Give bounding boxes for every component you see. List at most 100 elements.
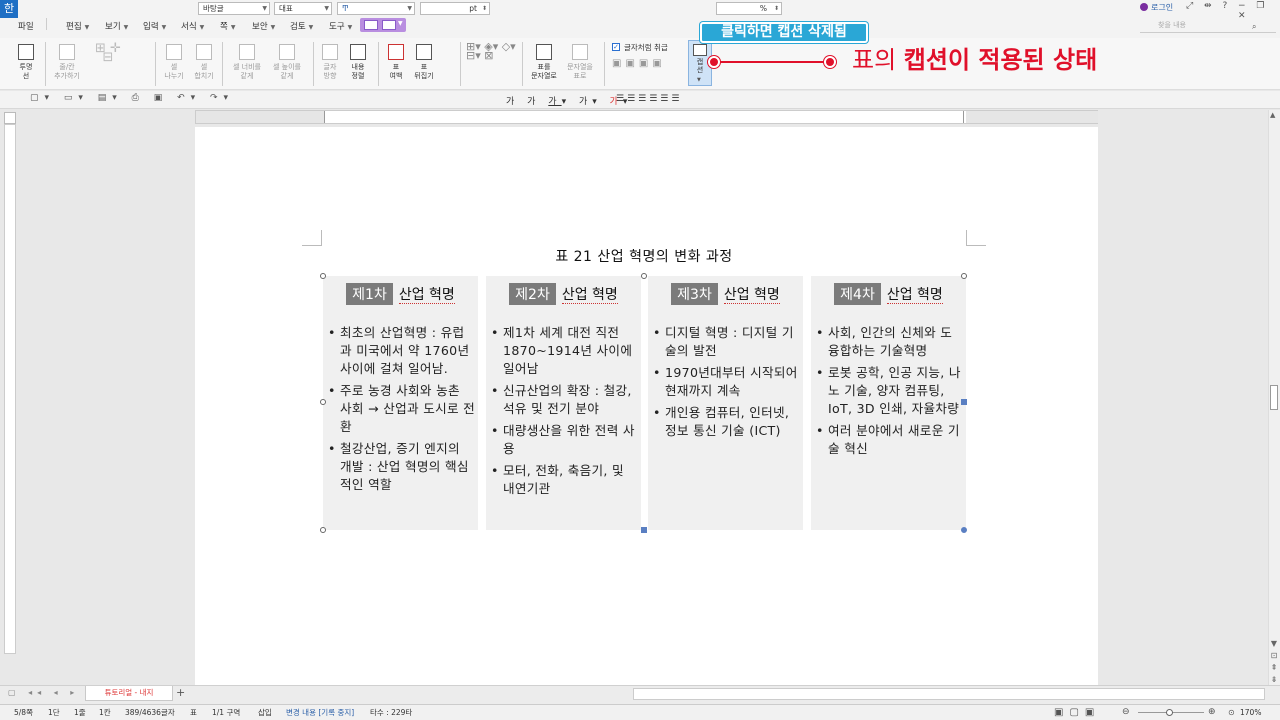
chevron-down-icon: ▼ bbox=[84, 24, 90, 31]
menu-insert[interactable]: 입력 ▼ bbox=[143, 20, 166, 32]
context-tab-table[interactable]: ▼ bbox=[360, 18, 406, 32]
list-item: 로봇 공학, 인공 지능, 나노 기술, 양자 컴퓨팅, IoT, 3D 인쇄,… bbox=[816, 364, 964, 418]
header-badge: 제3차 bbox=[671, 283, 718, 305]
paragraph-align-tools[interactable]: ☰☰☰☰☰☰ bbox=[616, 94, 682, 104]
char-format-tools[interactable]: 가 가 가▾ 가▾ 가▾ bbox=[506, 94, 632, 107]
table-layout-icon bbox=[382, 20, 396, 30]
app-icon[interactable]: 한 bbox=[0, 0, 18, 18]
horizontal-ruler[interactable] bbox=[195, 110, 1098, 124]
ruler-corner[interactable] bbox=[4, 112, 16, 124]
spinner-icon[interactable]: ⬍ bbox=[482, 3, 487, 14]
table-column[interactable]: 제3차 산업 혁명 디지털 혁명 : 디지털 기술의 발전 1970년대부터 시작… bbox=[648, 276, 803, 530]
resize-handle[interactable] bbox=[641, 273, 647, 279]
spinner-icon[interactable]: ⬍ bbox=[774, 3, 779, 14]
cell-merge-label: 셀 합치기 bbox=[194, 63, 214, 80]
char-direction-button[interactable]: 글자 방향 bbox=[318, 44, 342, 81]
width-equal-button[interactable]: 셀 너비를 같게 bbox=[228, 44, 266, 81]
menu-security[interactable]: 보안 ▼ bbox=[252, 20, 275, 32]
menu-format[interactable]: 서식 ▼ bbox=[181, 20, 204, 32]
status-mode[interactable]: 삽입 bbox=[258, 705, 272, 720]
resize-handle[interactable] bbox=[320, 527, 326, 533]
table-column[interactable]: 제4차 산업 혁명 사회, 인간의 신체와 도 융합하는 기술혁명 로봇 공학, … bbox=[811, 276, 966, 530]
menu-format-label: 서식 bbox=[181, 22, 197, 32]
table-margin-button[interactable]: 표 여백 bbox=[384, 44, 408, 81]
view-mode-tools[interactable]: ▣▢▣ bbox=[1054, 705, 1100, 720]
file-quick-tools[interactable]: ▢▾ ▭▾ ▤▾ ⎙ ▣ ↶▾ ↷▾ bbox=[30, 93, 234, 103]
table-to-text-button[interactable]: 표를 문자열로 bbox=[528, 44, 560, 81]
resize-handle[interactable] bbox=[320, 273, 326, 279]
style-value: 바탕글 bbox=[203, 4, 224, 13]
zoom-reset-icon[interactable]: ⊙ bbox=[1228, 705, 1235, 720]
insert-row-icon bbox=[59, 44, 75, 60]
window-controls[interactable]: − ❐ ✕ bbox=[1238, 1, 1280, 21]
vertical-ruler[interactable] bbox=[4, 124, 16, 654]
help-icon[interactable]: ? bbox=[1222, 1, 1231, 11]
rowcol-add-button[interactable]: 줄/칸 추가하기 bbox=[50, 44, 84, 81]
scrollbar-thumb[interactable] bbox=[1270, 385, 1278, 410]
page-nav-tools[interactable]: ▼ ⊡ ⇞ ⇟ bbox=[1269, 638, 1279, 686]
zoom-unit: % bbox=[759, 4, 767, 13]
search-icon[interactable]: ⌕ bbox=[1252, 22, 1256, 32]
login-link[interactable]: 로그인 bbox=[1151, 2, 1173, 13]
position-tools[interactable]: ▣▣▣▣ bbox=[612, 58, 666, 69]
table-column[interactable]: 제1차 산업 혁명 최초의 산업혁명 : 유럽과 미국에서 약 1760년사이에 … bbox=[323, 276, 478, 530]
callout-start-dot bbox=[708, 56, 720, 68]
menu-file[interactable]: 파일 bbox=[18, 20, 34, 32]
list-item: 대량생산을 위한 전력 사용 bbox=[491, 422, 639, 458]
list-item: 사회, 인간의 신체와 도 융합하는 기술혁명 bbox=[816, 324, 964, 360]
menu-security-label: 보안 bbox=[252, 22, 268, 32]
zoom-out-icon[interactable]: ⊖ bbox=[1122, 705, 1130, 720]
scroll-up-icon[interactable]: ▲ bbox=[1270, 111, 1275, 119]
treat-as-char-checkbox[interactable]: ✓ bbox=[612, 43, 620, 51]
tab-document[interactable]: 튜토리얼 - 내지 bbox=[85, 686, 173, 701]
resize-handle[interactable] bbox=[320, 399, 326, 405]
add-tab-button[interactable]: + bbox=[176, 686, 185, 699]
table-caption[interactable]: 표 21 산업 혁명의 변화 과정 bbox=[323, 246, 965, 266]
style-select[interactable]: 바탕글 ▼ bbox=[198, 2, 270, 15]
header-title: 산업 혁명 bbox=[398, 287, 455, 304]
horizontal-scrollbar[interactable] bbox=[633, 688, 1265, 700]
status-track-changes[interactable]: 변경 내용 [기록 중지] bbox=[286, 705, 354, 720]
rowcol-tools[interactable]: ⊞ ✛ ⊟ bbox=[88, 42, 128, 64]
ribbon-separator bbox=[313, 42, 314, 86]
menu-view[interactable]: 보기 ▼ bbox=[105, 20, 128, 32]
resize-handle[interactable] bbox=[961, 273, 967, 279]
list-item: 1970년대부터 시작되어 현재까지 계속 bbox=[653, 364, 801, 400]
status-page[interactable]: 5/8쪽 bbox=[14, 705, 33, 720]
chevron-down-icon: ▼ bbox=[697, 77, 701, 83]
zoom-slider-thumb[interactable] bbox=[1166, 709, 1173, 716]
border-fill-tools[interactable]: ⊞▾ ◈▾ ◇▾ ⊟▾ ⊠ bbox=[466, 41, 516, 61]
chevron-down-icon: ▼ bbox=[230, 24, 236, 31]
font-size-input[interactable]: pt ⬍ bbox=[420, 2, 490, 15]
font-select[interactable]: Ͳ ▼ bbox=[337, 2, 415, 15]
ribbon-separator bbox=[155, 42, 156, 86]
menu-review[interactable]: 검토 ▼ bbox=[290, 20, 313, 32]
content-align-button[interactable]: 내용 정렬 bbox=[345, 44, 371, 81]
menu-page[interactable]: 쪽 ▼ bbox=[220, 20, 235, 32]
menu-edit[interactable]: 편집 ▼ bbox=[66, 20, 89, 32]
resize-handle[interactable] bbox=[961, 527, 967, 533]
menu-tools[interactable]: 도구 ▼ bbox=[329, 20, 352, 32]
cell-split-button[interactable]: 셀 나누기 bbox=[160, 44, 188, 81]
table-column[interactable]: 제2차 산업 혁명 제1차 세계 대전 직전 1870~1914년 사이에 일어남… bbox=[486, 276, 641, 530]
resize-handle[interactable] bbox=[641, 527, 647, 533]
ribbon-separator bbox=[222, 42, 223, 86]
language-select[interactable]: 대표 ▼ bbox=[274, 2, 332, 15]
transparent-line-button[interactable]: 투명 선 bbox=[12, 44, 40, 81]
table-margin-label: 표 여백 bbox=[389, 63, 403, 80]
table-flip-button[interactable]: 표 뒤집기 bbox=[410, 44, 438, 81]
status-zoom[interactable]: 170% bbox=[1240, 705, 1261, 720]
callout-bold: 캡션이 적용된 상태 bbox=[903, 46, 1098, 74]
align-icon bbox=[350, 44, 366, 60]
list-item: 개인용 컴퓨터, 인터넷, 정보 통신 기술 (ICT) bbox=[653, 404, 801, 440]
text-to-table-button[interactable]: 문자열을 표로 bbox=[563, 44, 597, 81]
zoom-input[interactable]: % ⬍ bbox=[716, 2, 782, 15]
window-tools[interactable]: ⤢ ⇹ ? bbox=[1186, 1, 1231, 11]
ruler-text-area bbox=[324, 111, 964, 123]
height-equal-button[interactable]: 셀 높이를 같게 bbox=[268, 44, 306, 81]
resize-handle[interactable] bbox=[961, 399, 967, 405]
table-flip-icon bbox=[416, 44, 432, 60]
zoom-in-icon[interactable]: ⊕ bbox=[1208, 705, 1216, 720]
list-item: 디지털 혁명 : 디지털 기술의 발전 bbox=[653, 324, 801, 360]
cell-merge-button[interactable]: 셀 합치기 bbox=[190, 44, 218, 81]
